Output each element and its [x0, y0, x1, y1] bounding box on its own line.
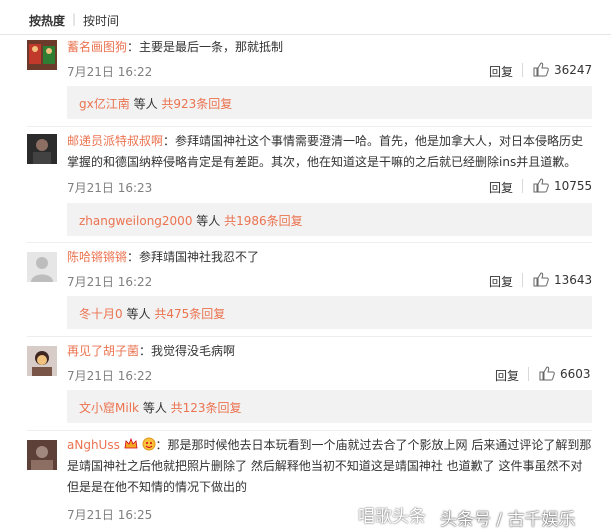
like-count: 36247: [554, 63, 593, 77]
sub-reply-box[interactable]: 冬十月0 等人 共475条回复: [67, 296, 592, 329]
divider: [522, 179, 523, 193]
comment-username[interactable]: aNghUss: [67, 438, 120, 452]
comment-username[interactable]: 蓄名画图狗: [67, 40, 127, 54]
avatar[interactable]: [27, 346, 57, 376]
avatar[interactable]: [27, 440, 57, 470]
reply-button[interactable]: 回复: [489, 179, 513, 196]
sub-reply-user[interactable]: 文小窟Milk: [79, 401, 139, 415]
colon: ：: [155, 438, 168, 452]
comment-username[interactable]: 再见了胡子菌: [67, 344, 139, 358]
sub-reply-suffix: 等人: [196, 214, 221, 228]
reply-button[interactable]: 回复: [489, 273, 513, 290]
comment-body: 邮递员派特叔叔啊：参拜靖国神社这个事情需要澄清一哈。首先，他是加拿大人，对日本侵…: [67, 131, 592, 173]
comment-time: 7月21日 16:23: [67, 181, 153, 195]
divider: [528, 367, 529, 381]
comment-divider: [27, 430, 592, 431]
colon: ：: [139, 344, 152, 358]
sort-by-time[interactable]: 按时间: [83, 12, 119, 29]
thumbs-up-icon: [533, 178, 549, 193]
thumbs-up-icon: [539, 366, 555, 381]
comment-divider: [27, 126, 592, 127]
sort-separator: |: [72, 12, 77, 26]
comment-username[interactable]: 邮递员派特叔叔啊: [67, 134, 163, 148]
sub-reply-user[interactable]: gx亿江南: [79, 97, 130, 111]
reply-button[interactable]: 回复: [495, 367, 519, 384]
comment-time: 7月21日 16:22: [67, 65, 153, 79]
sub-reply-count[interactable]: 共475条回复: [154, 307, 225, 321]
colon: ：: [163, 134, 176, 148]
comment-time: 7月21日 16:22: [67, 275, 153, 289]
like-count: 6603: [560, 367, 591, 381]
comment-divider: [27, 242, 592, 243]
avatar[interactable]: [27, 40, 57, 70]
sub-reply-suffix: 等人: [126, 307, 151, 321]
colon: ：: [127, 40, 140, 54]
watermark-left: 唱歌头条: [358, 507, 426, 527]
thumbs-up-icon: [533, 272, 549, 287]
sub-reply-suffix: 等人: [142, 401, 167, 415]
sub-reply-suffix: 等人: [133, 97, 158, 111]
comment-body: aNghUss ：那是那时候他去日本玩看到一个庙就过去合了个影放上网 后来通过评…: [67, 435, 592, 498]
comment-body: 陈哈锵锵锵：参拜靖国神社我忍不了: [67, 247, 592, 268]
sub-reply-box[interactable]: gx亿江南 等人 共923条回复: [67, 86, 592, 119]
comment-username[interactable]: 陈哈锵锵锵: [67, 250, 127, 264]
like-count: 10755: [554, 179, 593, 193]
crown-icon: [124, 437, 138, 449]
reply-button[interactable]: 回复: [489, 63, 513, 80]
thumbs-up-icon: [533, 62, 549, 77]
divider: [522, 63, 523, 77]
comment-text: 我觉得没毛病啊: [151, 344, 236, 358]
colon: ：: [127, 250, 140, 264]
watermark-right: 头条号 / 古千娱乐: [440, 510, 576, 530]
comment-body: 蓄名画图狗：主要是最后一条，那就抵制: [67, 37, 592, 58]
comment-body: 再见了胡子菌：我觉得没毛病啊: [67, 341, 592, 362]
sub-reply-count[interactable]: 共923条回复: [161, 97, 232, 111]
sub-reply-user[interactable]: 冬十月0: [79, 307, 123, 321]
divider: [522, 273, 523, 287]
sub-reply-count[interactable]: 共1986条回复: [224, 214, 303, 228]
sub-reply-box[interactable]: 文小窟Milk 等人 共123条回复: [67, 390, 592, 423]
avatar[interactable]: [27, 252, 57, 282]
comment-text: 主要是最后一条，那就抵制: [139, 40, 284, 54]
sort-by-hot[interactable]: 按热度: [29, 12, 65, 29]
sub-reply-box[interactable]: zhangweilong2000 等人 共1986条回复: [67, 203, 592, 236]
sort-bar: 按热度 | 按时间: [0, 0, 611, 35]
like-count: 13643: [554, 273, 593, 287]
comment-time: 7月21日 16:22: [67, 369, 153, 383]
comment-divider: [27, 336, 592, 337]
emoji-icon: [142, 437, 155, 451]
avatar[interactable]: [27, 134, 57, 164]
comment-text: 参拜靖国神社我忍不了: [139, 250, 260, 264]
comment-time: 7月21日 16:25: [67, 508, 153, 522]
sub-reply-user[interactable]: zhangweilong2000: [79, 214, 192, 228]
sub-reply-count[interactable]: 共123条回复: [171, 401, 242, 415]
